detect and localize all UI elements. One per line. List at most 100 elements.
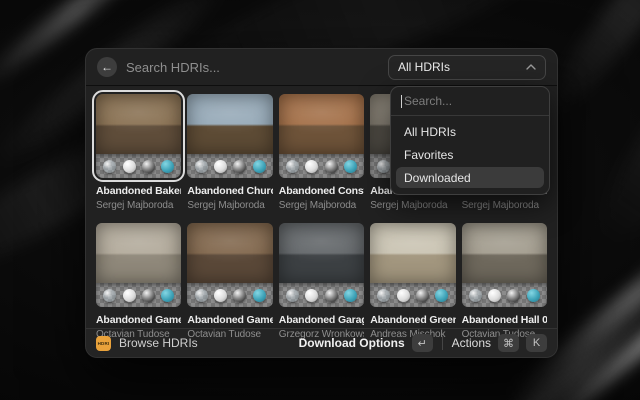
material-preview-strip [187, 154, 272, 178]
hdri-thumbnail [370, 223, 455, 307]
hdri-card[interactable]: Abandoned Games R... Octavian Tudose [96, 223, 181, 340]
hdri-card[interactable]: Abandoned Games R... Octavian Tudose [187, 223, 272, 340]
diffuse-sphere-icon [214, 289, 227, 302]
hdri-title: Abandoned Bakery [96, 185, 181, 197]
glass-sphere-icon [377, 160, 390, 173]
hdri-panorama [187, 223, 272, 283]
diffuse-sphere-icon [123, 160, 136, 173]
chrome-sphere-icon [507, 289, 520, 302]
glass-sphere-icon [469, 289, 482, 302]
filter-selected-label: All HDRIs [398, 60, 450, 74]
glass-sphere-icon [286, 160, 299, 173]
teal-sphere-icon [527, 289, 540, 302]
hdri-title: Abandoned Garage [279, 314, 364, 326]
material-preview-strip [279, 283, 364, 307]
hdri-thumbnail [462, 223, 547, 307]
hdri-thumbnail [187, 94, 272, 178]
text-caret [401, 95, 402, 108]
filter-dropdown-menu: Search... All HDRIsFavoritesDownloaded [390, 86, 550, 195]
dropdown-search-placeholder: Search... [404, 94, 452, 108]
back-button[interactable]: ← [97, 57, 117, 77]
hdri-panorama [279, 94, 364, 154]
hdri-panorama [462, 223, 547, 283]
hdri-thumbnail [279, 223, 364, 307]
dropdown-options: All HDRIsFavoritesDownloaded [391, 116, 549, 194]
diffuse-sphere-icon [397, 289, 410, 302]
hdri-title: Abandoned Church [187, 185, 272, 197]
hdri-panorama [370, 223, 455, 283]
diffuse-sphere-icon [214, 160, 227, 173]
chrome-sphere-icon [325, 160, 338, 173]
diffuse-sphere-icon [488, 289, 501, 302]
teal-sphere-icon [253, 289, 266, 302]
footer-divider [442, 336, 443, 350]
search-header: ← Search HDRIs... All HDRIs [86, 49, 557, 86]
hdri-thumbnail [96, 94, 181, 178]
hdri-card[interactable]: Abandoned Church Sergej Majboroda [187, 94, 272, 211]
dropdown-option-downloaded[interactable]: Downloaded [396, 167, 544, 188]
hdri-card[interactable]: Abandoned Hall 01 Octavian Tudose [462, 223, 547, 340]
app-name-label: Browse HDRIs [119, 336, 198, 350]
hdri-panorama [279, 223, 364, 283]
glass-sphere-icon [195, 160, 208, 173]
hdri-card[interactable]: Abandoned Bakery Sergej Majboroda [96, 94, 181, 211]
command-key-badge: ⌘ [498, 334, 519, 352]
hdri-author: Sergej Majboroda [279, 200, 364, 211]
glass-sphere-icon [103, 289, 116, 302]
enter-key-badge: ↵ [412, 334, 433, 352]
diffuse-sphere-icon [123, 289, 136, 302]
download-options-button[interactable]: Download Options [299, 336, 405, 350]
glass-sphere-icon [195, 289, 208, 302]
chrome-sphere-icon [233, 160, 246, 173]
hdri-card[interactable]: Abandoned Garage Grzegorz Wronkowski [279, 223, 364, 340]
teal-sphere-icon [253, 160, 266, 173]
chevron-up-icon [526, 64, 536, 70]
chrome-sphere-icon [142, 289, 155, 302]
hdri-panorama [96, 223, 181, 283]
hdri-author: Sergej Majboroda [187, 200, 272, 211]
chrome-sphere-icon [325, 289, 338, 302]
material-preview-strip [462, 283, 547, 307]
hdri-title: Abandoned Construc... [279, 185, 364, 197]
hdri-thumbnail [96, 223, 181, 307]
glass-sphere-icon [103, 160, 116, 173]
hdri-author: Sergej Majboroda [96, 200, 181, 211]
app-identity: HDRI Browse HDRIs [96, 336, 198, 351]
teal-sphere-icon [435, 289, 448, 302]
material-preview-strip [370, 283, 455, 307]
chrome-sphere-icon [142, 160, 155, 173]
chrome-sphere-icon [416, 289, 429, 302]
hdri-card[interactable]: Abandoned Construc... Sergej Majboroda [279, 94, 364, 211]
hdri-title: Abandoned Games R... [187, 314, 272, 326]
teal-sphere-icon [161, 289, 174, 302]
hdri-panorama [187, 94, 272, 154]
hdri-title: Abandoned Hall 01 [462, 314, 547, 326]
diffuse-sphere-icon [305, 160, 318, 173]
actions-button[interactable]: Actions [452, 336, 491, 350]
dropdown-option-favorites[interactable]: Favorites [396, 144, 544, 165]
k-key-badge: K [526, 334, 547, 352]
arrow-left-icon: ← [101, 61, 113, 73]
material-preview-strip [187, 283, 272, 307]
chrome-sphere-icon [233, 289, 246, 302]
hdri-card[interactable]: Abandoned Greenho... Andreas Mischok [370, 223, 455, 340]
dropdown-search-input[interactable]: Search... [391, 87, 549, 116]
hdri-thumbnail [187, 223, 272, 307]
teal-sphere-icon [344, 289, 357, 302]
diffuse-sphere-icon [305, 289, 318, 302]
hdri-panorama [96, 94, 181, 154]
hdri-author: Sergej Majboroda [462, 200, 547, 211]
hdri-browser-window: ← Search HDRIs... All HDRIs Abandoned Ba… [85, 48, 558, 358]
action-bar: HDRI Browse HDRIs Download Options ↵ Act… [86, 328, 557, 357]
glass-sphere-icon [377, 289, 390, 302]
hdri-title: Abandoned Greenho... [370, 314, 455, 326]
dropdown-option-all-hdris[interactable]: All HDRIs [396, 121, 544, 142]
teal-sphere-icon [344, 160, 357, 173]
hdri-author: Sergej Majboroda [370, 200, 455, 211]
material-preview-strip [96, 283, 181, 307]
material-preview-strip [96, 154, 181, 178]
search-input[interactable]: Search HDRIs... [126, 60, 388, 75]
teal-sphere-icon [161, 160, 174, 173]
filter-dropdown-button[interactable]: All HDRIs [388, 55, 546, 80]
hdri-title: Abandoned Games R... [96, 314, 181, 326]
